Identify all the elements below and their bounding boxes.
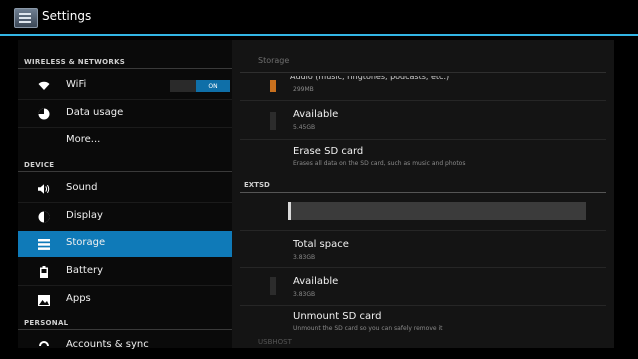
available-row-title: Available (293, 109, 339, 120)
extsd-available-title: Available (293, 276, 339, 287)
erase-sd-card-desc: Erases all data on the SD card, such as … (293, 160, 466, 167)
row-divider (240, 230, 606, 231)
row-divider (240, 267, 606, 268)
total-space-title: Total space (293, 239, 349, 250)
sidebar-item-sound[interactable]: Sound (18, 176, 232, 202)
item-divider (18, 99, 232, 100)
sound-icon (38, 183, 50, 195)
battery-icon (38, 266, 50, 278)
sidebar-item-label: Display (66, 210, 103, 221)
audio-row-size: 299MB (293, 86, 314, 93)
total-space-size: 3.83GB (293, 254, 316, 261)
section-divider (18, 68, 232, 69)
sidebar-item-label: More... (66, 134, 101, 145)
extsd-section-header: EXTSD (244, 181, 270, 189)
storage-icon (38, 238, 50, 250)
next-section-header: USBHOST (258, 338, 292, 346)
sidebar-item-label: Battery (66, 265, 104, 276)
item-divider (18, 202, 232, 203)
wifi-toggle-state: ON (196, 80, 230, 92)
panel-title-divider (240, 72, 606, 73)
sidebar-item-label: Data usage (66, 107, 124, 118)
extsd-available-swatch (270, 277, 276, 295)
erase-sd-card-title: Erase SD card (293, 146, 364, 157)
accounts-icon (38, 340, 50, 352)
available-row-size: 5.45GB (293, 124, 316, 131)
section-header-device: DEVICE (24, 161, 55, 169)
title-bar: Settings (0, 0, 638, 36)
sidebar-item-label: Storage (66, 237, 106, 248)
data-usage-icon (38, 108, 50, 120)
sidebar-item-data-usage[interactable]: Data usage (18, 101, 232, 127)
panel-title: Storage (258, 56, 290, 65)
sidebar-item-label: Sound (66, 182, 98, 193)
sidebar-item-label: Accounts & sync (66, 339, 149, 350)
unmount-sd-card-title: Unmount SD card (293, 311, 382, 322)
wifi-toggle[interactable]: ON (170, 80, 230, 92)
unmount-sd-card-item[interactable]: Unmount SD card Unmount the SD card so y… (240, 306, 606, 336)
wifi-icon (38, 80, 50, 92)
sidebar-item-apps[interactable]: Apps (18, 287, 232, 313)
extsd-available-size: 3.83GB (293, 291, 316, 298)
item-divider (18, 285, 232, 286)
unmount-sd-card-desc: Unmount the SD card so you can safely re… (293, 325, 443, 332)
apps-icon (38, 294, 50, 306)
extsd-usage-fill (288, 202, 291, 220)
sidebar-item-wifi[interactable]: WiFi ON (18, 73, 232, 99)
sidebar-item-more[interactable]: More... (18, 129, 232, 155)
display-icon (38, 211, 50, 223)
sidebar-item-battery[interactable]: Battery (18, 259, 232, 285)
sidebar-item-label: Apps (66, 293, 91, 304)
extsd-usage-bar (288, 202, 586, 220)
sidebar-item-accounts[interactable]: Accounts & sync (18, 333, 232, 359)
section-header-wireless: WIRELESS & NETWORKS (24, 58, 126, 66)
item-divider (18, 127, 232, 128)
audio-color-swatch (270, 80, 276, 92)
available-color-swatch (270, 112, 276, 130)
section-divider (18, 171, 232, 172)
sidebar-item-storage[interactable]: Storage (18, 231, 232, 257)
settings-app-icon[interactable] (14, 8, 38, 28)
row-divider (240, 100, 606, 101)
section-divider (18, 329, 232, 330)
sidebar-item-display[interactable]: Display (18, 204, 232, 230)
app-title: Settings (42, 9, 92, 23)
extsd-divider (240, 192, 606, 193)
sidebar-item-label: WiFi (66, 79, 87, 90)
storage-panel (232, 40, 614, 348)
erase-sd-card-item[interactable]: Erase SD card Erases all data on the SD … (240, 140, 606, 172)
section-header-personal: PERSONAL (24, 319, 69, 327)
